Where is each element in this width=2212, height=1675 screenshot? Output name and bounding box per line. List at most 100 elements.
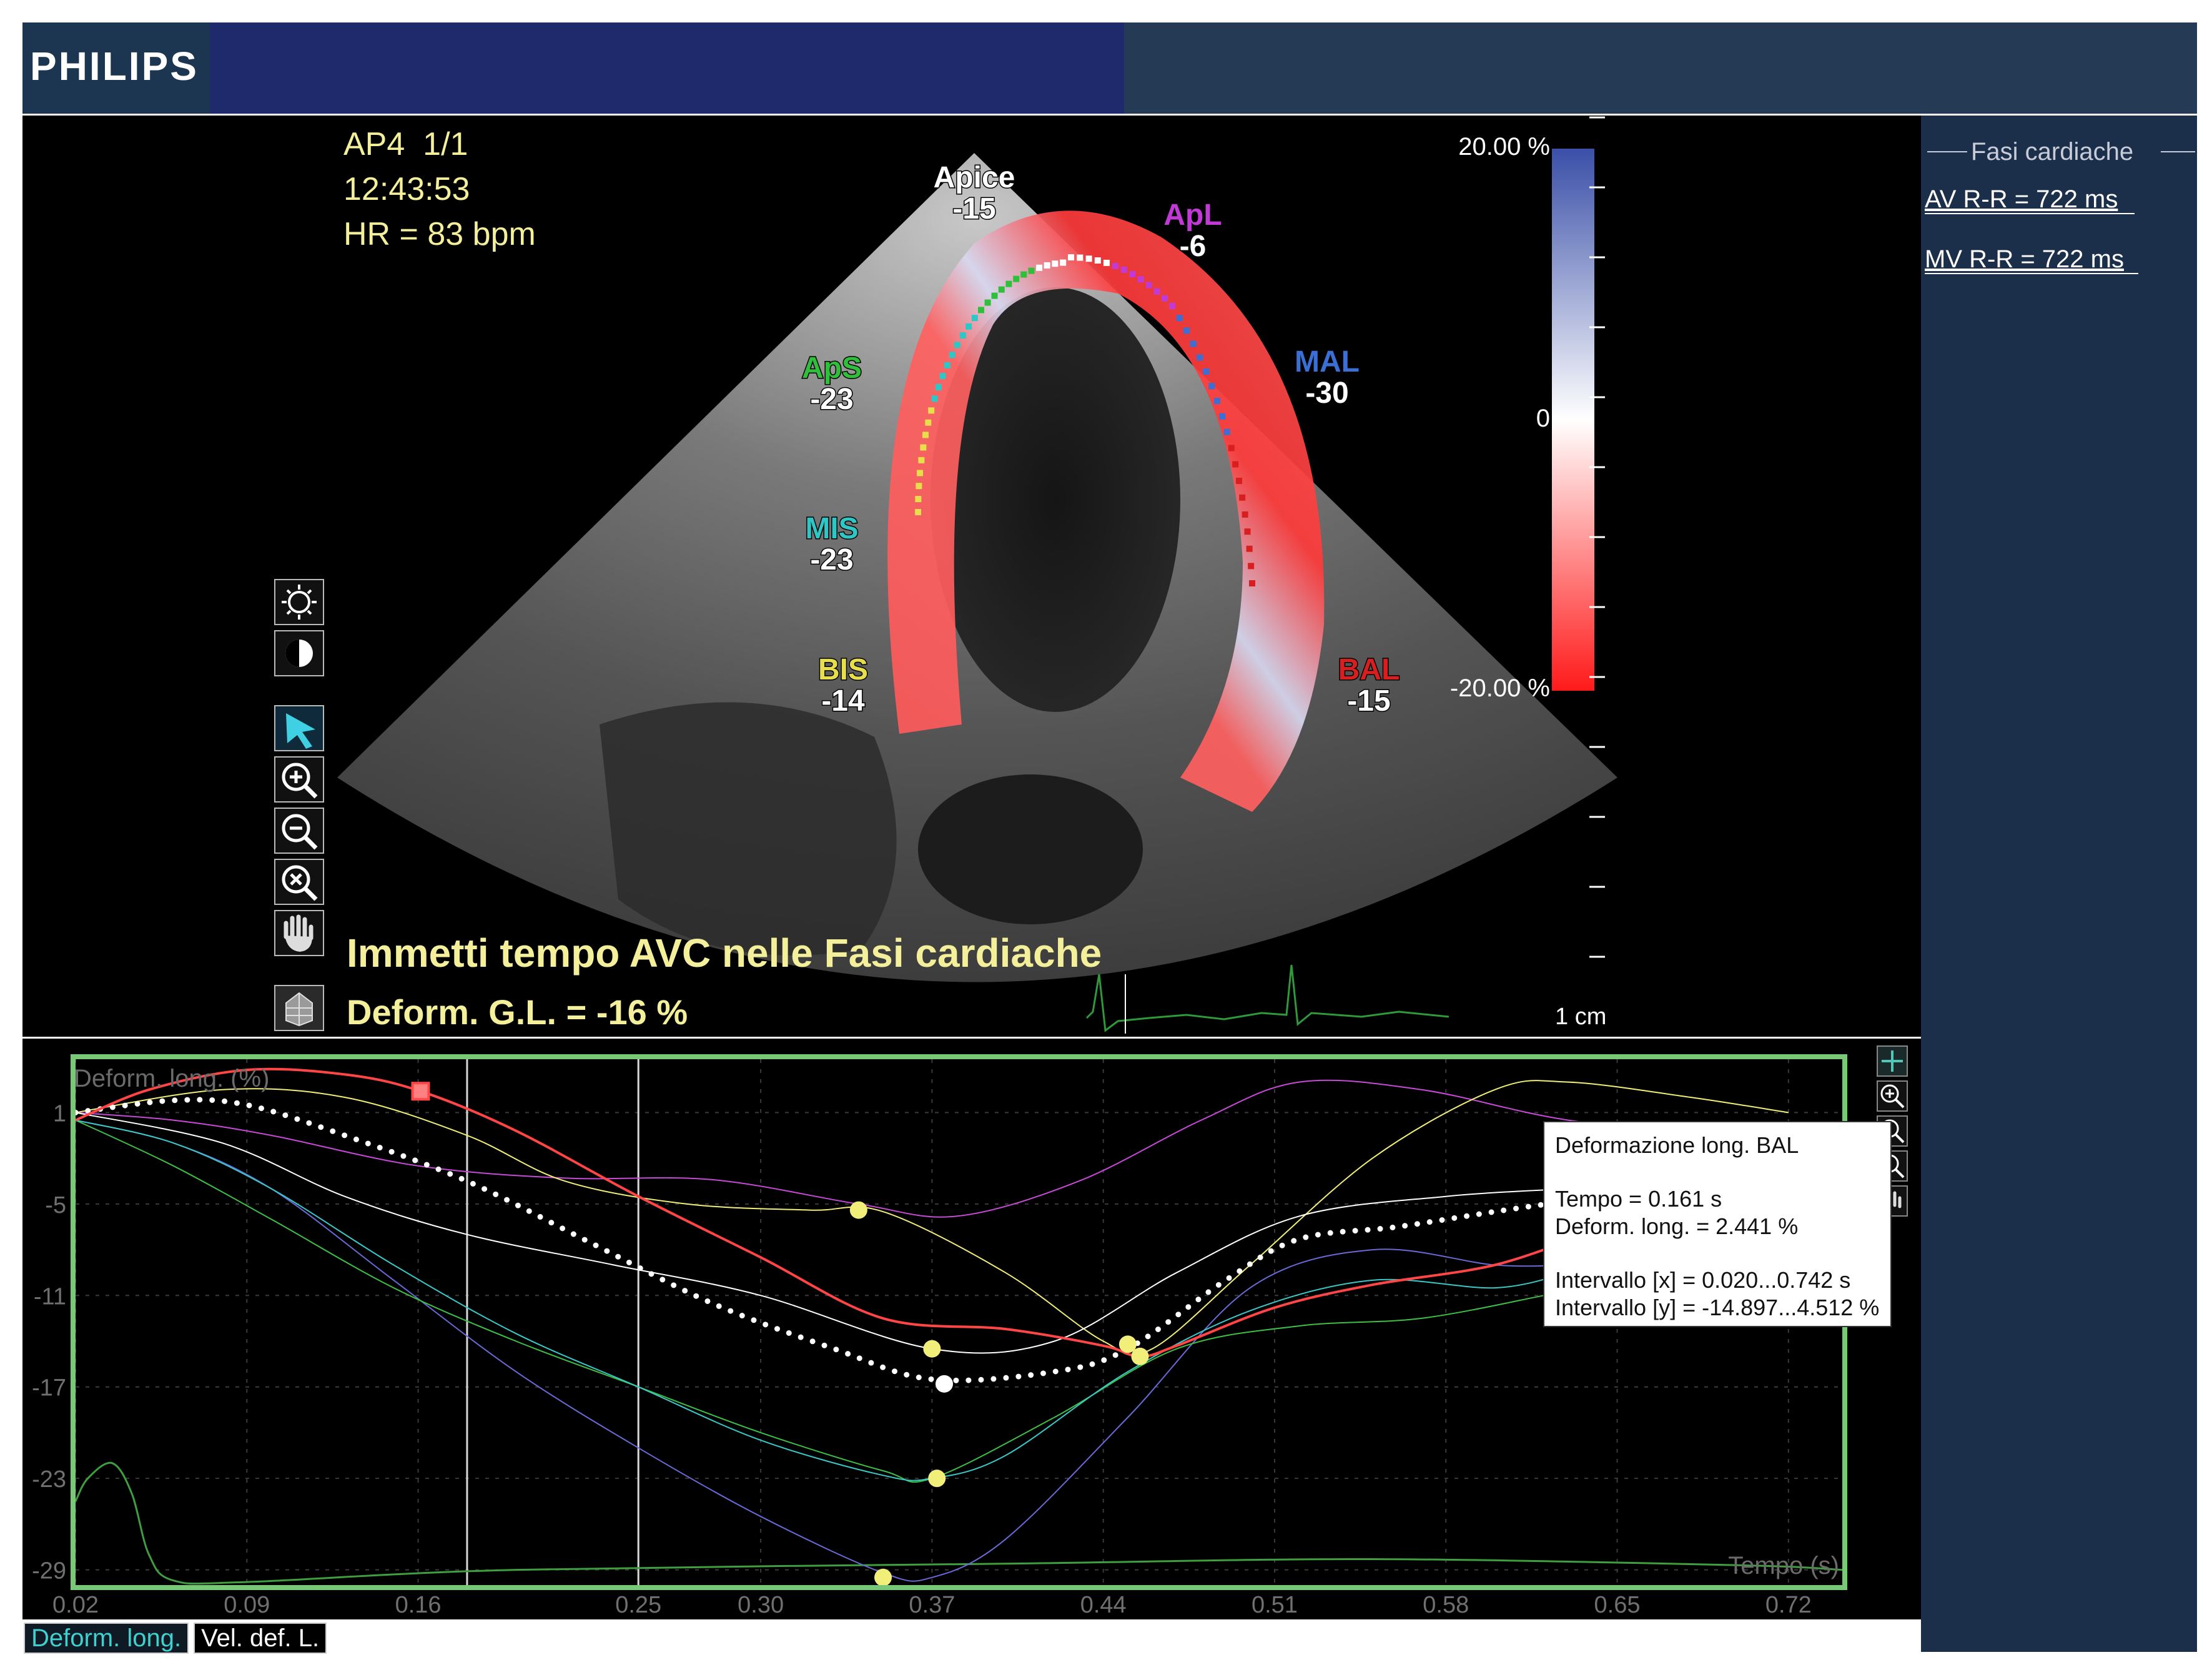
data-marker[interactable] <box>1131 1347 1149 1365</box>
speckle-point <box>1219 413 1226 420</box>
speckle-point <box>1094 257 1101 264</box>
data-marker[interactable] <box>874 1568 892 1586</box>
segment-name: Apice <box>934 161 1015 194</box>
segment-name: ApL <box>1163 199 1222 232</box>
brightness-icon[interactable] <box>274 579 324 625</box>
speckle-point <box>917 470 924 477</box>
speckle-point <box>1190 340 1197 347</box>
x-tick-label: 0.37 <box>909 1592 955 1618</box>
speckle-point <box>1202 368 1209 375</box>
y-tick-label: -29 <box>32 1558 66 1584</box>
header-accent-band <box>210 22 1124 114</box>
y-tick-label: -11 <box>34 1283 66 1310</box>
segment-label-mis: MIS -23 <box>804 511 859 578</box>
pan-hand-icon[interactable] <box>274 910 324 956</box>
speckle-point <box>1077 254 1084 261</box>
speckle-point <box>954 342 960 348</box>
speckle-point <box>1005 280 1012 287</box>
data-marker[interactable] <box>928 1470 946 1488</box>
data-marker[interactable] <box>923 1340 941 1358</box>
chart-tabs: Deform. long. Vel. def. L. <box>24 1623 327 1654</box>
tooltip-interval-x: Intervallo [x] = 0.020...0.742 s <box>1555 1267 1850 1293</box>
speckle-point <box>1208 383 1215 390</box>
zoom-out-icon[interactable] <box>274 808 324 854</box>
x-tick-label: 0.09 <box>224 1592 270 1618</box>
x-tick-label: 0.30 <box>738 1592 784 1618</box>
x-tick-label: 0.16 <box>395 1592 442 1618</box>
tooltip-tempo: Tempo = 0.161 s <box>1555 1186 1722 1212</box>
speckle-point <box>965 323 972 330</box>
segment-value: -14 <box>821 684 865 718</box>
tooltip-interval-y: Intervallo [y] = -14.897...4.512 % <box>1555 1295 1879 1320</box>
speckle-point <box>1036 264 1043 271</box>
avc-message: Immetti tempo AVC nelle Fasi cardiache <box>347 931 1102 976</box>
data-marker[interactable] <box>935 1375 953 1393</box>
segment-name: MAL <box>1295 345 1360 378</box>
speckle-point <box>1103 259 1110 266</box>
tab-deform-long[interactable]: Deform. long. <box>24 1623 189 1654</box>
chart-add-icon[interactable] <box>1877 1045 1908 1077</box>
speckle-point <box>984 299 991 306</box>
speckle-point <box>977 307 984 314</box>
speckle-point <box>1239 494 1246 501</box>
mv-rr-link[interactable]: MV R-R = 722 ms <box>1925 245 2124 273</box>
pointer-icon[interactable] <box>274 705 324 751</box>
speckle-point <box>1013 275 1020 282</box>
speckle-point <box>944 362 950 368</box>
brand-logo: PHILIPS <box>30 44 199 89</box>
segment-label-bis: BIS -14 <box>817 653 869 719</box>
x-tick-label: 0.51 <box>1252 1592 1298 1618</box>
speckle-point <box>1232 461 1239 468</box>
app-window: PHILIPS AP4 1/1 12:43:53 HR = 83 bpm Api… <box>0 0 2212 1672</box>
segment-value: -23 <box>810 543 853 576</box>
speckle-point <box>1248 563 1255 570</box>
x-tick-label: 0.72 <box>1765 1592 1812 1618</box>
zoom-in-icon[interactable] <box>274 756 324 803</box>
speckle-point <box>1242 511 1248 518</box>
segment-name: MIS <box>805 512 858 545</box>
zoom-reset-icon[interactable] <box>274 859 324 905</box>
segment-label-bal: BAL -15 <box>1337 653 1401 719</box>
x-tick-label: 0.65 <box>1594 1592 1641 1618</box>
x-tick-label: 0.58 <box>1423 1592 1469 1618</box>
speckle-point <box>959 332 966 339</box>
speckle-point <box>1197 354 1203 361</box>
speckle-point <box>1246 545 1253 552</box>
speckle-point <box>1068 254 1074 260</box>
speckle-point <box>1228 445 1235 452</box>
segment-value: -23 <box>810 383 853 416</box>
speckle-point <box>928 407 935 414</box>
speckle-point <box>935 384 942 390</box>
atrium-cavity <box>918 774 1143 924</box>
speckle-point <box>1044 262 1050 269</box>
speckle-point <box>1129 271 1136 278</box>
speckle-point <box>1052 260 1059 267</box>
x-tick-label: 0.44 <box>1080 1592 1127 1618</box>
speckle-point <box>1020 271 1027 278</box>
panel-title: Fasi cardiache <box>1971 138 2133 166</box>
chart-zoom-in-icon[interactable] <box>1877 1080 1908 1112</box>
segment-label-aps: ApS -23 <box>801 351 863 417</box>
speckle-point <box>1213 398 1220 405</box>
segment-value: -6 <box>1180 230 1207 263</box>
tab-vel-def[interactable]: Vel. def. L. <box>194 1623 327 1654</box>
data-marker[interactable] <box>849 1201 867 1219</box>
segment-value: -15 <box>952 192 995 225</box>
y-tick-label: 1 <box>53 1100 66 1127</box>
acquisition-time: 12:43:53 <box>343 171 470 207</box>
tooltip-title: Deformazione long. BAL <box>1555 1132 1799 1158</box>
segment-name: BAL <box>1338 653 1400 686</box>
segment-name: ApS <box>802 352 862 385</box>
data-marker[interactable] <box>411 1082 430 1101</box>
x-tick-label: 0.25 <box>615 1592 661 1618</box>
speckle-point <box>931 395 938 402</box>
scale-max-label: 20.00 % <box>1458 133 1550 161</box>
speckle-point <box>918 457 925 463</box>
av-rr-link[interactable]: AV R-R = 722 ms <box>1925 185 2118 213</box>
view-label: AP4 1/1 <box>343 126 468 162</box>
bullseye-icon[interactable] <box>274 985 324 1031</box>
y-tick-label: -5 <box>45 1192 66 1218</box>
contrast-icon[interactable] <box>274 630 324 676</box>
speckle-point <box>1085 255 1092 262</box>
speckle-point <box>1223 428 1230 435</box>
